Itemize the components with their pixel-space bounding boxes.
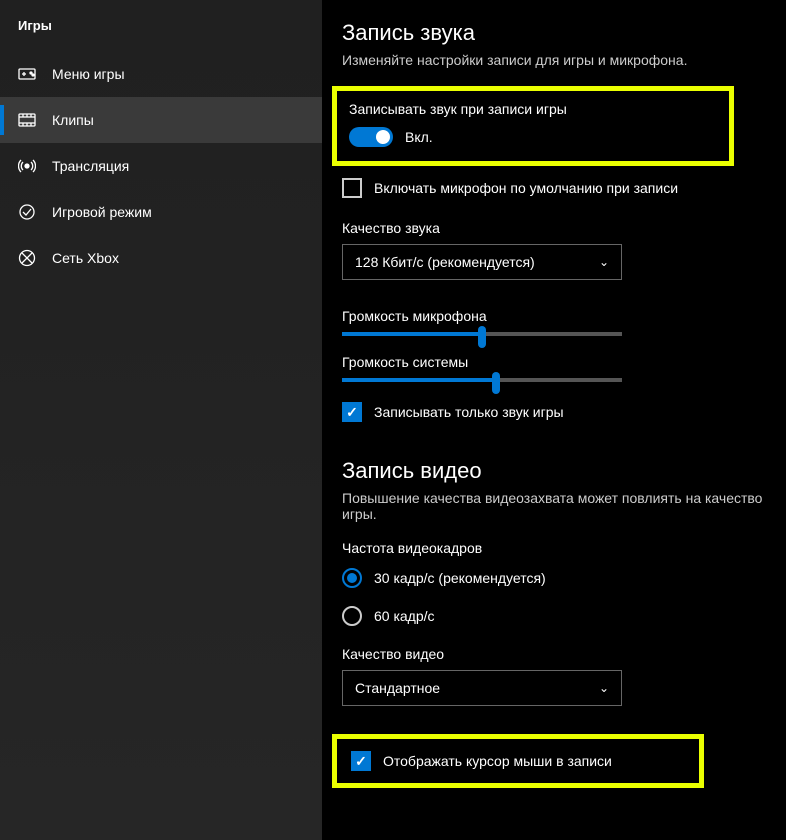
highlight-cursor: Отображать курсор мыши в записи bbox=[332, 734, 704, 788]
checkbox-icon bbox=[342, 178, 362, 198]
sidebar-item-gamebar[interactable]: Меню игры bbox=[0, 51, 322, 97]
sidebar-item-label: Клипы bbox=[52, 112, 94, 128]
mic-volume-slider[interactable] bbox=[342, 332, 622, 336]
game-only-checkbox-row[interactable]: Записывать только звук игры bbox=[342, 402, 764, 422]
sidebar-title: Игры bbox=[0, 10, 322, 51]
mic-default-label: Включать микрофон по умолчанию при запис… bbox=[374, 180, 678, 196]
sidebar-item-label: Сеть Xbox bbox=[52, 250, 119, 266]
chevron-down-icon: ⌄ bbox=[599, 681, 609, 695]
gamemode-icon bbox=[18, 203, 36, 221]
checkbox-checked-icon bbox=[342, 402, 362, 422]
game-only-label: Записывать только звук игры bbox=[374, 404, 564, 420]
cursor-checkbox-row[interactable]: Отображать курсор мыши в записи bbox=[351, 751, 685, 771]
slider-fill bbox=[342, 332, 482, 336]
video-section-title: Запись видео bbox=[342, 458, 764, 484]
video-quality-select[interactable]: Стандартное ⌄ bbox=[342, 670, 622, 706]
audio-quality-select[interactable]: 128 Кбит/с (рекомендуется) ⌄ bbox=[342, 244, 622, 280]
video-section-desc: Повышение качества видеозахвата может по… bbox=[342, 490, 764, 522]
sidebar-item-gamemode[interactable]: Игровой режим bbox=[0, 189, 322, 235]
main-content: Запись звука Изменяйте настройки записи … bbox=[322, 0, 786, 840]
mic-volume-label: Громкость микрофона bbox=[342, 308, 764, 324]
fps-60-label: 60 кадр/с bbox=[374, 608, 435, 624]
mic-default-checkbox-row[interactable]: Включать микрофон по умолчанию при запис… bbox=[342, 178, 764, 198]
fps-label: Частота видеокадров bbox=[342, 540, 764, 556]
fps-60-radio[interactable]: 60 кадр/с bbox=[342, 606, 764, 626]
sidebar: Игры Меню игры Клипы bbox=[0, 0, 322, 840]
chevron-down-icon: ⌄ bbox=[599, 255, 609, 269]
video-quality-label: Качество видео bbox=[342, 646, 764, 662]
toggle-state-label: Вкл. bbox=[405, 129, 433, 145]
highlight-record-audio: Записывать звук при записи игры Вкл. bbox=[332, 86, 734, 166]
sys-volume-label: Громкость системы bbox=[342, 354, 764, 370]
record-audio-toggle[interactable]: Вкл. bbox=[349, 127, 717, 147]
cursor-label: Отображать курсор мыши в записи bbox=[383, 753, 612, 769]
gamebar-icon bbox=[18, 65, 36, 83]
xbox-icon bbox=[18, 249, 36, 267]
record-audio-label: Записывать звук при записи игры bbox=[349, 101, 717, 117]
sidebar-item-label: Меню игры bbox=[52, 66, 125, 82]
sidebar-item-clips[interactable]: Клипы bbox=[0, 97, 322, 143]
audio-section-desc: Изменяйте настройки записи для игры и ми… bbox=[342, 52, 764, 68]
slider-thumb bbox=[478, 326, 486, 348]
audio-section-title: Запись звука bbox=[342, 20, 764, 46]
video-quality-value: Стандартное bbox=[355, 680, 440, 696]
broadcast-icon bbox=[18, 157, 36, 175]
sidebar-item-label: Игровой режим bbox=[52, 204, 152, 220]
sidebar-item-broadcast[interactable]: Трансляция bbox=[0, 143, 322, 189]
radio-icon bbox=[342, 606, 362, 626]
sidebar-item-label: Трансляция bbox=[52, 158, 129, 174]
audio-quality-value: 128 Кбит/с (рекомендуется) bbox=[355, 254, 535, 270]
sys-volume-slider[interactable] bbox=[342, 378, 622, 382]
slider-fill bbox=[342, 378, 496, 382]
checkbox-checked-icon bbox=[351, 751, 371, 771]
clips-icon bbox=[18, 111, 36, 129]
toggle-switch-icon bbox=[349, 127, 393, 147]
audio-quality-label: Качество звука bbox=[342, 220, 764, 236]
fps-30-radio[interactable]: 30 кадр/с (рекомендуется) bbox=[342, 568, 764, 588]
slider-thumb bbox=[492, 372, 500, 394]
sidebar-item-xbox[interactable]: Сеть Xbox bbox=[0, 235, 322, 281]
radio-selected-icon bbox=[342, 568, 362, 588]
fps-30-label: 30 кадр/с (рекомендуется) bbox=[374, 570, 546, 586]
